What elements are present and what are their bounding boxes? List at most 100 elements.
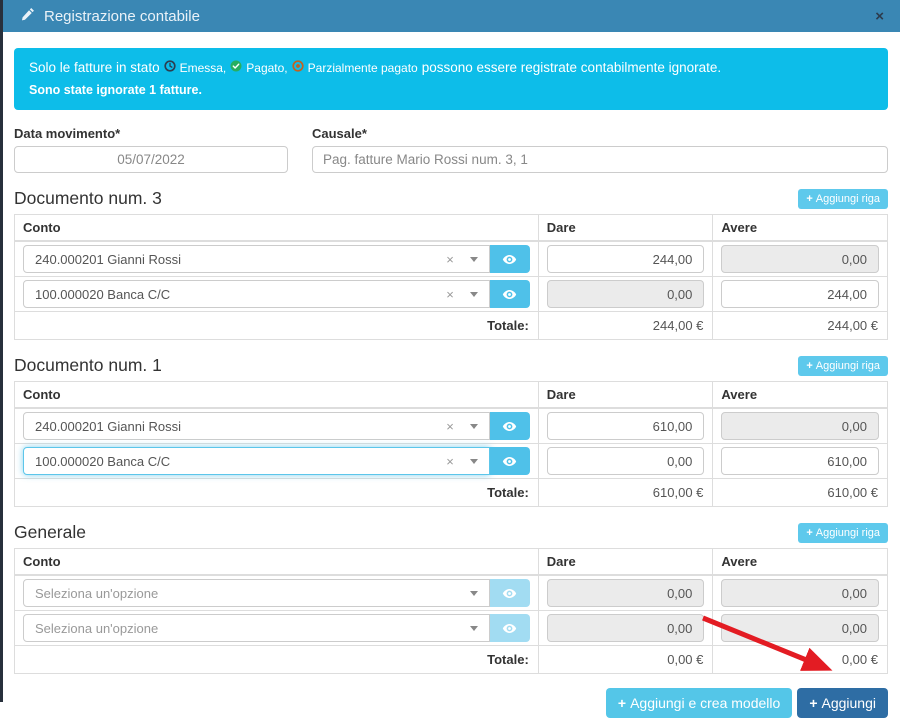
chevron-down-icon <box>470 459 478 464</box>
background-page-edge <box>0 0 3 702</box>
total-avere: 0,00 € <box>713 646 888 674</box>
total-row: Totale: 244,00 € 244,00 € <box>15 312 888 340</box>
dot-circle-icon <box>292 59 304 77</box>
clear-icon[interactable]: × <box>446 454 454 469</box>
dare-input[interactable] <box>547 245 705 273</box>
data-movimento-field: Data movimento* <box>14 126 288 173</box>
add-and-create-template-label: Aggiungi e crea modello <box>630 695 780 711</box>
conto-select[interactable]: 100.000020 Banca C/C × <box>23 280 490 308</box>
clear-icon[interactable]: × <box>446 252 454 267</box>
dare-input <box>547 579 705 607</box>
data-movimento-label: Data movimento* <box>14 126 288 141</box>
section-title: Documento num. 1 <box>14 355 162 376</box>
chevron-down-icon <box>470 591 478 596</box>
column-header-conto: Conto <box>15 549 539 576</box>
clock-icon <box>164 59 176 77</box>
add-button-label: Aggiungi <box>822 695 877 711</box>
avere-input <box>721 614 879 642</box>
total-label: Totale: <box>15 312 539 340</box>
add-and-create-template-button[interactable]: +Aggiungi e crea modello <box>606 688 792 718</box>
conto-select[interactable]: 240.000201 Gianni Rossi × <box>23 412 490 440</box>
conto-select[interactable]: 100.000020 Banca C/C × <box>23 447 490 475</box>
status-pagato: Pagato, <box>230 59 287 77</box>
table-row: 240.000201 Gianni Rossi × <box>15 241 888 277</box>
check-circle-icon <box>230 59 242 77</box>
add-button[interactable]: + Aggiungi <box>797 688 888 718</box>
total-dare: 244,00 € <box>538 312 713 340</box>
plus-icon: + <box>809 695 817 711</box>
column-header-conto: Conto <box>15 382 539 409</box>
alert-text-prefix: Solo le fatture in stato <box>29 58 160 78</box>
table-row: Seleziona un'opzione <box>15 611 888 646</box>
table-row: 240.000201 Gianni Rossi × <box>15 408 888 444</box>
modal-title-text: Registrazione contabile <box>44 8 200 25</box>
avere-input[interactable] <box>721 280 879 308</box>
column-header-avere: Avere <box>713 549 888 576</box>
dare-input[interactable] <box>547 447 705 475</box>
conto-select[interactable]: 240.000201 Gianni Rossi × <box>23 245 490 273</box>
close-icon[interactable]: × <box>875 9 884 24</box>
avere-input <box>721 579 879 607</box>
status-emessa: Emessa, <box>164 59 227 77</box>
column-header-dare: Dare <box>538 215 713 242</box>
eye-button[interactable] <box>490 447 530 475</box>
eye-button[interactable] <box>490 280 530 308</box>
add-row-label: Aggiungi riga <box>816 360 880 372</box>
causale-field: Causale* <box>312 126 888 173</box>
ignored-invoices-note: Sono state ignorate 1 fatture. <box>29 81 873 100</box>
table-row: 100.000020 Banca C/C × <box>15 444 888 479</box>
column-header-dare: Dare <box>538 382 713 409</box>
plus-icon: + <box>806 527 812 539</box>
chevron-down-icon <box>470 626 478 631</box>
chevron-down-icon <box>470 257 478 262</box>
total-dare: 610,00 € <box>538 479 713 507</box>
total-label: Totale: <box>15 646 539 674</box>
dare-input <box>547 614 705 642</box>
add-row-button[interactable]: + Aggiungi riga <box>798 356 888 376</box>
section-title: Generale <box>14 522 86 543</box>
avere-input <box>721 245 879 273</box>
total-label: Totale: <box>15 479 539 507</box>
eye-button[interactable] <box>490 412 530 440</box>
alert-text-suffix: possono essere registrate contabilmente … <box>422 58 721 78</box>
clear-icon[interactable]: × <box>446 419 454 434</box>
table-row: 100.000020 Banca C/C × <box>15 277 888 312</box>
chevron-down-icon <box>470 424 478 429</box>
add-row-button[interactable]: + Aggiungi riga <box>798 523 888 543</box>
total-avere: 610,00 € <box>713 479 888 507</box>
clear-icon[interactable]: × <box>446 287 454 302</box>
dare-input[interactable] <box>547 412 705 440</box>
causale-label: Causale* <box>312 126 888 141</box>
section-documento-3: Documento num. 3 +Aggiungi riga Conto Da… <box>14 188 888 340</box>
modal-header: Registrazione contabile × <box>0 0 900 32</box>
section-generale: Generale + Aggiungi riga Conto Dare Avere… <box>14 522 888 674</box>
add-row-label: Aggiungi riga <box>816 527 880 539</box>
column-header-avere: Avere <box>713 382 888 409</box>
status-parzialmente-pagato: Parzialmente pagato <box>292 59 418 77</box>
data-movimento-input[interactable] <box>14 146 288 173</box>
invoice-status-alert: Solo le fatture in stato Emessa, Pagato,… <box>14 48 888 110</box>
plus-icon: + <box>806 360 812 372</box>
pencil-icon <box>21 7 35 25</box>
plus-icon: + <box>618 695 626 711</box>
avere-input <box>721 412 879 440</box>
column-header-avere: Avere <box>713 215 888 242</box>
column-header-dare: Dare <box>538 549 713 576</box>
total-dare: 0,00 € <box>538 646 713 674</box>
section-title: Documento num. 3 <box>14 188 162 209</box>
table-row: Seleziona un'opzione <box>15 575 888 611</box>
avere-input[interactable] <box>721 447 879 475</box>
column-header-conto: Conto <box>15 215 539 242</box>
total-row: Totale: 610,00 € 610,00 € <box>15 479 888 507</box>
eye-button[interactable] <box>490 245 530 273</box>
conto-select[interactable]: Seleziona un'opzione <box>23 579 490 607</box>
total-row: Totale: 0,00 € 0,00 € <box>15 646 888 674</box>
conto-select[interactable]: Seleziona un'opzione <box>23 614 490 642</box>
dare-input <box>547 280 705 308</box>
total-avere: 244,00 € <box>713 312 888 340</box>
causale-input[interactable] <box>312 146 888 173</box>
eye-button <box>490 579 530 607</box>
modal-title: Registrazione contabile <box>21 7 200 25</box>
add-row-button[interactable]: +Aggiungi riga <box>798 189 888 209</box>
chevron-down-icon <box>470 292 478 297</box>
